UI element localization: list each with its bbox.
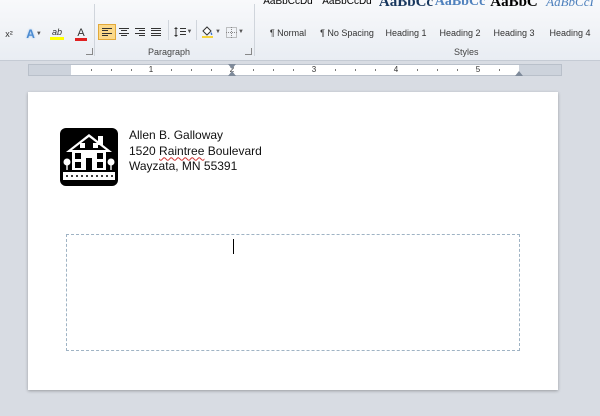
delivery-address-box[interactable]	[66, 234, 520, 351]
style-preview: AaBbCcI	[546, 0, 594, 9]
align-center-button[interactable]	[116, 24, 132, 40]
house-icon	[60, 128, 118, 186]
hanging-indent-marker[interactable]	[228, 71, 236, 76]
ruler-number: 3	[311, 65, 317, 74]
chevron-down-icon: ▼	[238, 29, 244, 35]
styles-gallery: AaBbCcDd ¶ Normal AaBbCcDd ¶ No Spacing …	[260, 0, 600, 44]
align-right-icon	[135, 27, 145, 37]
address-street-number: 1520	[129, 143, 156, 158]
ruler-tick	[375, 69, 376, 71]
style-no-spacing[interactable]: AaBbCcDd ¶ No Spacing	[316, 0, 378, 44]
document-page[interactable]: Allen B. Galloway 1520 Raintree Boulevar…	[28, 92, 558, 390]
horizontal-ruler[interactable]: 1 2 3 4 5	[28, 64, 562, 76]
ruler-tick	[171, 69, 172, 71]
paint-bucket-icon	[202, 26, 214, 38]
ruler-tick	[293, 69, 294, 71]
highlighter-icon: ab	[51, 27, 62, 37]
font-color-swatch	[75, 37, 87, 41]
style-preview: AaBbCcDd	[322, 0, 372, 7]
return-address[interactable]: Allen B. Galloway 1520 Raintree Boulevar…	[129, 128, 262, 175]
borders-button[interactable]: ▼	[224, 24, 246, 40]
style-name: Heading 4	[549, 28, 591, 38]
ruler-tick	[211, 69, 212, 71]
borders-icon	[226, 26, 238, 38]
misspelled-word[interactable]: Raintree	[159, 144, 204, 158]
paragraph-group-label: Paragraph	[148, 47, 191, 57]
line-spacing-button[interactable]: ▼	[172, 24, 194, 40]
group-separator	[168, 20, 169, 40]
chevron-down-icon: ▼	[215, 29, 221, 35]
style-heading-1[interactable]: AaBbCc Heading 1	[378, 0, 434, 44]
paragraph-dialog-launcher-icon[interactable]	[245, 48, 252, 55]
ruler-tick	[499, 69, 500, 71]
ruler-tick	[111, 69, 112, 71]
chevron-down-icon: ▼	[35, 31, 42, 37]
font-dialog-launcher-icon[interactable]	[86, 48, 93, 55]
style-normal[interactable]: AaBbCcDd ¶ Normal	[260, 0, 316, 44]
ruler-number: 4	[393, 65, 399, 74]
text-cursor	[233, 239, 234, 254]
ruler-left-margin	[29, 65, 71, 75]
align-left-button[interactable]	[98, 24, 116, 40]
style-heading-3[interactable]: AaBbC Heading 3	[486, 0, 542, 44]
text-effects-button[interactable]: A ▼	[24, 26, 44, 42]
align-center-icon	[119, 27, 129, 37]
font-color-icon: A	[77, 26, 85, 39]
superscript-button[interactable]: x²	[2, 26, 16, 42]
align-right-button[interactable]	[132, 24, 148, 40]
ruler-right-margin	[519, 65, 561, 75]
ruler-number: 5	[475, 65, 481, 74]
right-indent-marker[interactable]	[515, 71, 523, 76]
ruler-tick	[273, 69, 274, 71]
group-separator	[94, 4, 95, 56]
style-name: ¶ Normal	[269, 28, 307, 38]
group-separator	[196, 20, 197, 40]
ruler-tick	[335, 69, 336, 71]
chevron-down-icon: ▼	[186, 29, 193, 35]
highlight-color-swatch	[50, 37, 64, 40]
ruler-tick	[91, 69, 92, 71]
styles-group-label: Styles	[454, 47, 479, 57]
ruler-number: 1	[148, 65, 154, 74]
style-name: Heading 2	[439, 28, 481, 38]
ruler-tick	[131, 69, 132, 71]
address-city-line: Wayzata, MN 55391	[129, 159, 238, 173]
superscript-label: x²	[5, 29, 13, 39]
style-preview: AaBbCc	[378, 0, 434, 10]
address-name: Allen B. Galloway	[129, 128, 224, 142]
style-name: Heading 1	[385, 28, 427, 38]
align-left-icon	[102, 27, 112, 37]
address-street-suffix: Boulevard	[207, 143, 262, 158]
address-street: 1520 Raintree Boulevard	[129, 144, 262, 160]
highlight-button[interactable]: ab	[46, 26, 68, 42]
justify-button[interactable]	[148, 24, 164, 40]
style-preview: AaBbC	[490, 0, 538, 10]
group-separator	[254, 4, 255, 56]
ribbon: x² A ▼ ab A ▼ ▼ ▼ Paragraph AaBbCcDd ¶ N…	[0, 0, 600, 61]
style-heading-4[interactable]: AaBbCcI Heading 4	[540, 0, 600, 44]
style-name: ¶ No Spacing	[320, 28, 374, 38]
style-preview: AaBbCcDd	[263, 0, 313, 7]
ruler-tick	[417, 69, 418, 71]
first-line-indent-marker[interactable]	[228, 64, 236, 69]
text-effects-icon: A	[26, 27, 35, 41]
ruler-tick	[437, 69, 438, 71]
style-preview: AaBbCc	[434, 0, 486, 9]
ruler-tick	[457, 69, 458, 71]
justify-icon	[151, 27, 161, 37]
font-color-button[interactable]: A	[70, 26, 92, 42]
ruler-tick	[253, 69, 254, 71]
ruler-tick	[355, 69, 356, 71]
shading-button[interactable]: ▼	[200, 24, 222, 40]
ruler-tick	[191, 69, 192, 71]
style-name: Heading 3	[493, 28, 535, 38]
line-spacing-icon	[173, 27, 186, 37]
style-heading-2[interactable]: AaBbCc Heading 2	[432, 0, 488, 44]
